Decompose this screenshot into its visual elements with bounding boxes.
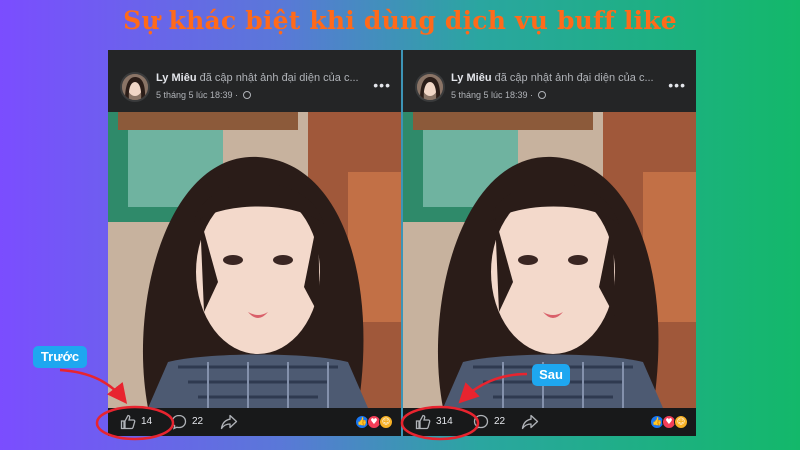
haha-reaction-icon: ☺ bbox=[379, 415, 393, 429]
thumbs-up-icon[interactable] bbox=[120, 414, 136, 430]
reaction-summary[interactable]: 👍 ♥ ☺ bbox=[355, 415, 395, 429]
avatar[interactable] bbox=[120, 72, 150, 102]
like-count[interactable]: 314 bbox=[436, 416, 453, 427]
author-name[interactable]: Ly Miêu bbox=[156, 72, 197, 84]
haha-reaction-icon: ☺ bbox=[674, 415, 688, 429]
globe-icon bbox=[242, 91, 251, 99]
post-meta: 5 tháng 5 lúc 18:39 · bbox=[156, 90, 251, 100]
before-tag: Trước bbox=[33, 346, 87, 368]
more-options-icon[interactable]: ••• bbox=[373, 78, 391, 92]
post-header: Ly Miêu đã cập nhật ảnh đại diện của c..… bbox=[108, 50, 401, 112]
reaction-summary[interactable]: 👍 ♥ ☺ bbox=[650, 415, 690, 429]
post-timestamp[interactable]: 5 tháng 5 lúc 18:39 · bbox=[156, 90, 238, 100]
headline: Sự khác biệt khi dùng dịch vụ buff like bbox=[123, 6, 677, 35]
post-footer: 314 22 👍 ♥ ☺ bbox=[403, 408, 696, 436]
post-photo[interactable] bbox=[108, 112, 401, 408]
avatar[interactable] bbox=[415, 72, 445, 102]
post-header: Ly Miêu đã cập nhật ảnh đại diện của c..… bbox=[403, 50, 696, 112]
post-title-line: Ly Miêu đã cập nhật ảnh đại diện của c..… bbox=[451, 72, 666, 88]
thumbs-up-icon[interactable] bbox=[415, 414, 431, 430]
post-footer: 14 22 👍 ♥ ☺ bbox=[108, 408, 401, 436]
after-tag: Sau bbox=[532, 364, 570, 386]
comment-count[interactable]: 22 bbox=[494, 416, 505, 427]
post-card-before: Ly Miêu đã cập nhật ảnh đại diện của c..… bbox=[108, 50, 401, 436]
post-action: đã cập nhật ảnh đại diện của c... bbox=[494, 72, 654, 84]
globe-icon bbox=[537, 91, 546, 99]
share-arrow-icon[interactable] bbox=[220, 414, 238, 430]
post-action: đã cập nhật ảnh đại diện của c... bbox=[199, 72, 359, 84]
post-timestamp[interactable]: 5 tháng 5 lúc 18:39 · bbox=[451, 90, 533, 100]
author-name[interactable]: Ly Miêu bbox=[451, 72, 492, 84]
post-meta: 5 tháng 5 lúc 18:39 · bbox=[451, 90, 546, 100]
comment-bubble-icon[interactable] bbox=[473, 414, 489, 430]
post-title-line: Ly Miêu đã cập nhật ảnh đại diện của c..… bbox=[156, 72, 371, 88]
comment-count[interactable]: 22 bbox=[192, 416, 203, 427]
comment-bubble-icon[interactable] bbox=[171, 414, 187, 430]
like-count[interactable]: 14 bbox=[141, 416, 152, 427]
share-arrow-icon[interactable] bbox=[521, 414, 539, 430]
more-options-icon[interactable]: ••• bbox=[668, 78, 686, 92]
